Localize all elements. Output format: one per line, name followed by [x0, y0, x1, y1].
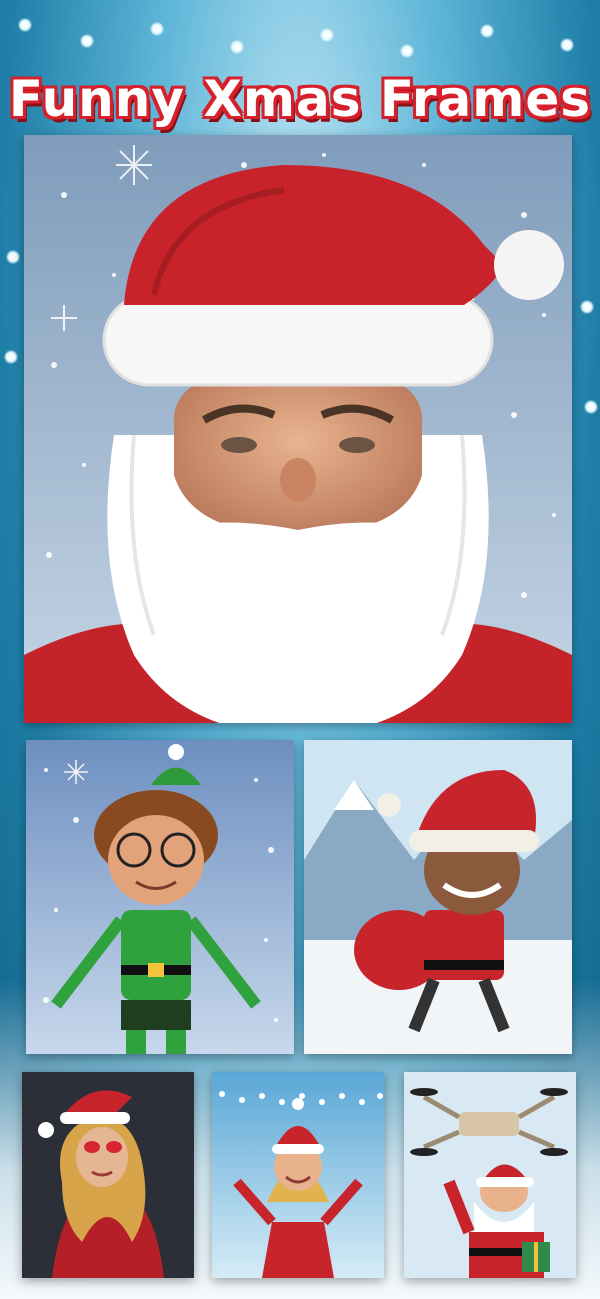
santa-woman-frame[interactable]	[22, 1072, 194, 1278]
santa-girl-frame[interactable]	[212, 1072, 384, 1278]
santa-woman-illustration	[22, 1072, 194, 1278]
santa-beard-frame[interactable]	[24, 135, 572, 723]
elf-illustration	[26, 740, 294, 1054]
elf-frame[interactable]	[26, 740, 294, 1054]
app-title: Funny Xmas Frames	[8, 70, 592, 128]
santa-boy-frame[interactable]	[304, 740, 572, 1054]
santa-boy-illustration	[304, 740, 572, 1054]
santa-girl-illustration	[212, 1072, 384, 1278]
drone-santa-illustration	[404, 1072, 576, 1278]
santa-beard-illustration	[24, 135, 572, 723]
drone-santa-frame[interactable]	[404, 1072, 576, 1278]
